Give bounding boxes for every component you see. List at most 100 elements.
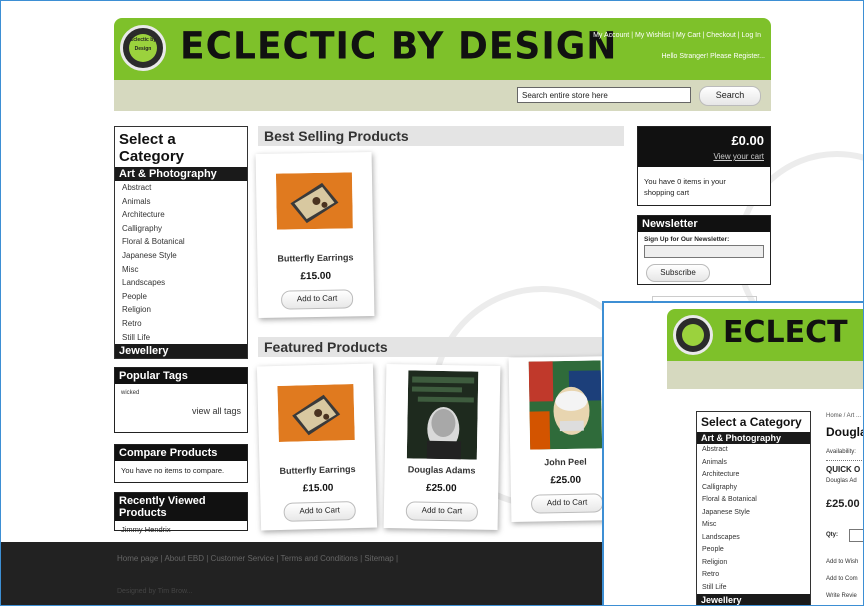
welcome-message[interactable]: Hello Stranger! Please Register...	[662, 53, 766, 60]
product-card[interactable]: Butterfly Earrings £15.00 Add to Cart	[255, 152, 375, 318]
second-window-category-group-2[interactable]: Jewellery	[697, 594, 810, 605]
category-item[interactable]: People	[115, 290, 247, 304]
second-window-category-menu: Select a Category Art & Photography Abst…	[696, 411, 811, 605]
second-window-breadcrumb[interactable]: Home / Art ...	[826, 413, 861, 419]
category-item[interactable]: Calligraphy	[697, 482, 810, 495]
category-item[interactable]: Religion	[115, 303, 247, 317]
add-to-cart-button[interactable]: Add to Cart	[283, 501, 356, 522]
add-to-cart-button[interactable]: Add to Cart	[530, 493, 604, 514]
category-item[interactable]: Abstract	[115, 181, 247, 195]
second-window-logo[interactable]	[673, 315, 713, 355]
category-item[interactable]: Still Life	[115, 331, 247, 345]
category-group-art[interactable]: Art & Photography	[115, 167, 247, 181]
add-to-wishlist-link[interactable]: Add to Wish	[826, 559, 858, 565]
product-name[interactable]: Butterfly Earrings	[257, 252, 373, 264]
newsletter-email-field[interactable]	[644, 245, 764, 258]
logo-text: Eclectic by Design	[129, 34, 157, 62]
category-group-jewellery[interactable]: Jewellery	[115, 344, 247, 359]
recently-viewed-item[interactable]: Jimmy Hendrix	[115, 521, 247, 538]
category-item[interactable]: Japanese Style	[115, 249, 247, 263]
add-to-compare-link[interactable]: Add to Com	[826, 576, 858, 582]
product-name[interactable]: Douglas Adams	[385, 464, 499, 476]
product-image[interactable]	[406, 370, 479, 460]
browser-window: Eclectic by Design ECLECTIC BY DESIGN My…	[0, 0, 864, 606]
compare-box: Compare Products You have no items to co…	[114, 444, 248, 483]
recently-viewed-title: Recently Viewed Products	[115, 493, 247, 521]
category-item[interactable]: Landscapes	[115, 276, 247, 290]
second-window-subbar	[667, 361, 863, 389]
newsletter-title: Newsletter	[638, 216, 770, 232]
cart-header: £0.00 View your cart	[638, 127, 770, 167]
mini-cart: £0.00 View your cart You have 0 items in…	[637, 126, 771, 206]
second-window-product-title: Dougla	[826, 425, 864, 439]
category-item[interactable]: Japanese Style	[697, 507, 810, 520]
cart-total: £0.00	[731, 133, 764, 148]
compare-title: Compare Products	[115, 445, 247, 461]
category-item[interactable]: Floral & Botanical	[115, 235, 247, 249]
product-name[interactable]: Butterfly Earrings	[259, 463, 375, 476]
second-window-logo-inner	[682, 324, 704, 346]
product-price: £25.00	[425, 482, 457, 495]
write-review-link[interactable]: Write Revie	[826, 593, 857, 599]
category-item[interactable]: People	[697, 544, 810, 557]
compare-text: You have no items to compare.	[121, 466, 225, 475]
product-image[interactable]	[277, 384, 355, 442]
popular-tags-box: Popular Tags wicked view all tags	[114, 367, 248, 433]
category-item[interactable]: Retro	[115, 317, 247, 331]
category-item[interactable]: Misc	[697, 519, 810, 532]
second-window-availability: Availability:	[826, 449, 856, 455]
view-all-tags-link[interactable]: view all tags	[115, 396, 247, 416]
newsletter-label: Sign Up for Our Newsletter:	[644, 236, 730, 243]
category-item[interactable]: Religion	[697, 557, 810, 570]
category-item[interactable]: Landscapes	[697, 532, 810, 545]
site-logo[interactable]: Eclectic by Design	[120, 25, 166, 71]
qty-input[interactable]	[849, 529, 863, 542]
cart-status-text: You have 0 items in your shopping cart	[644, 177, 726, 197]
second-window-category-heading: Select a Category	[701, 415, 802, 429]
product-price: £15.00	[302, 482, 334, 495]
view-cart-link[interactable]: View your cart	[713, 152, 764, 161]
product-image[interactable]	[275, 172, 353, 230]
category-item[interactable]: Misc	[115, 263, 247, 277]
product-card[interactable]: Douglas Adams £25.00 Add to Cart	[383, 364, 501, 530]
second-window-price: £25.00	[826, 498, 860, 510]
account-links[interactable]: My Account | My Wishlist | My Cart | Che…	[593, 32, 761, 39]
site-header: Eclectic by Design ECLECTIC BY DESIGN My…	[114, 18, 771, 80]
second-window-qty-label: Qty:	[826, 532, 838, 538]
product-image[interactable]	[528, 360, 603, 450]
second-window-description: Douglas Ad	[826, 478, 857, 484]
footer-credit: Designed by Tim Brow...	[117, 588, 193, 595]
best-selling-heading: Best Selling Products	[258, 126, 624, 146]
tag-link[interactable]: wicked	[115, 384, 247, 396]
category-item[interactable]: Animals	[115, 195, 247, 209]
category-heading: Select a Category	[119, 131, 185, 165]
category-item[interactable]: Floral & Botanical	[697, 494, 810, 507]
product-card[interactable]: Butterfly Earrings £15.00 Add to Cart	[256, 363, 378, 531]
second-window-category-group[interactable]: Art & Photography	[697, 432, 810, 444]
brand-name[interactable]: ECLECTIC BY DESIGN	[180, 25, 617, 68]
category-item[interactable]: Abstract	[697, 444, 810, 457]
recently-viewed-box: Recently Viewed Products Jimmy Hendrix	[114, 492, 248, 534]
subscribe-button[interactable]: Subscribe	[646, 264, 710, 282]
product-page-window[interactable]: ECLECT Select a Category Art & Photograp…	[602, 301, 864, 605]
search-bar: Search entire store here Search	[114, 80, 771, 111]
category-menu: Select a Category Art & Photography Abst…	[114, 126, 248, 359]
product-price: £15.00	[300, 270, 332, 283]
add-to-cart-button[interactable]: Add to Cart	[280, 289, 354, 310]
second-window-header: ECLECT	[667, 309, 863, 361]
footer-links[interactable]: Home page | About EBD | Customer Service…	[117, 554, 398, 563]
add-to-cart-button[interactable]: Add to Cart	[405, 501, 479, 522]
category-item[interactable]: Retro	[697, 569, 810, 582]
newsletter-box: Newsletter Sign Up for Our Newsletter: S…	[637, 215, 771, 285]
category-item[interactable]: Animals	[697, 457, 810, 470]
search-button[interactable]: Search	[699, 86, 761, 106]
second-window-brand[interactable]: ECLECT	[723, 315, 848, 350]
search-input[interactable]: Search entire store here	[517, 87, 691, 103]
second-window-quick-overview: QUICK O	[826, 465, 861, 474]
popular-tags-title: Popular Tags	[115, 368, 247, 384]
category-item[interactable]: Still Life	[697, 582, 810, 595]
category-item[interactable]: Architecture	[115, 208, 247, 222]
category-item[interactable]: Calligraphy	[115, 222, 247, 236]
category-item[interactable]: Architecture	[697, 469, 810, 482]
divider	[826, 460, 863, 461]
